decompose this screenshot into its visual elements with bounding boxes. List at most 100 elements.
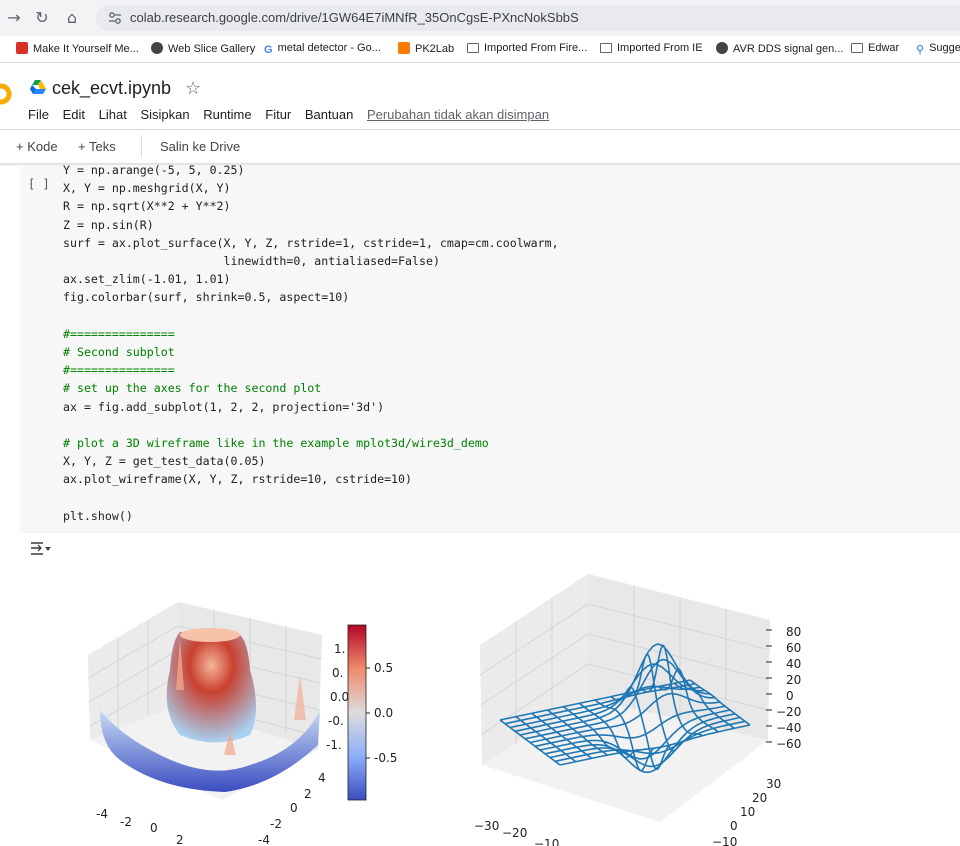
right-y-tick: 10: [740, 805, 755, 819]
right-y-tick: 30: [766, 777, 781, 791]
bookmark-3[interactable]: PK2Lab: [398, 42, 454, 55]
left-x-tick: 2: [176, 833, 184, 846]
right-z-tick: 80: [786, 625, 801, 639]
run-cell-button[interactable]: [ ]: [28, 177, 50, 191]
url-text[interactable]: colab.research.google.com/drive/1GW64E7i…: [130, 10, 579, 25]
code-line: X, Y, Z = get_test_data(0.05): [63, 454, 266, 469]
left-y-tick: -2: [270, 817, 282, 831]
output-figure: 1. 0. 0.0 -0. -1. -4 -2 0 2 4 2 0 -2 -4 …: [87, 574, 801, 846]
left-z-tick: 1.: [334, 642, 345, 656]
code-line: ax.plot_wireframe(X, Y, Z, rstride=10, c…: [63, 472, 413, 487]
left-y-tick: 4: [318, 771, 326, 785]
toolbar-divider: [141, 135, 142, 157]
left-z-tick: -0.: [328, 714, 344, 728]
code-comment: #===============: [63, 363, 175, 378]
left-z-tick: -1.: [326, 738, 342, 752]
right-3d-axes: 80 60 40 20 0 −20 −40 −60 −30 −20 −10 30…: [474, 574, 801, 846]
google-drive-icon: [30, 80, 46, 94]
colorbar-tick: -0.5: [374, 751, 397, 765]
right-z-tick: 60: [786, 641, 801, 655]
output-options-icon[interactable]: [30, 540, 52, 558]
folder-icon: [600, 43, 612, 53]
notebook-toolbar: [0, 130, 960, 164]
code-line: surf = ax.plot_surface(X, Y, Z, rstride=…: [63, 235, 559, 250]
colorbar-tick: 0.5: [374, 661, 393, 675]
code-line: R = np.sqrt(X**2 + Y**2): [63, 199, 231, 214]
right-z-tick: −40: [776, 721, 801, 735]
right-y-tick: −10: [712, 835, 737, 846]
right-z-tick: −60: [776, 737, 801, 751]
right-z-tick: 40: [786, 657, 801, 671]
right-y-tick: 0: [730, 819, 738, 833]
code-editor[interactable]: Y = np.arange(-5, 5, 0.25) X, Y = np.mes…: [63, 161, 559, 525]
bookmark-2[interactable]: Gmetal detector - Go...: [264, 42, 381, 56]
bookmark-6[interactable]: AVR DDS signal gen...: [716, 42, 843, 55]
code-line: linewidth=0, antialiased=False): [63, 254, 440, 269]
folder-icon: [851, 43, 863, 53]
bookmark-1[interactable]: Web Slice Gallery: [151, 42, 255, 55]
reload-icon[interactable]: ↻: [32, 8, 52, 28]
bookmark-7[interactable]: Edwar: [851, 42, 899, 54]
colab-logo-icon[interactable]: [0, 82, 14, 106]
right-x-tick: −10: [534, 837, 559, 846]
right-x-tick: −30: [474, 819, 499, 833]
add-code-button[interactable]: + Kode: [16, 139, 58, 154]
left-x-tick: 0: [150, 821, 158, 835]
code-line: ax = fig.add_subplot(1, 2, 2, projection…: [63, 399, 385, 414]
right-y-tick: 20: [752, 791, 767, 805]
code-line: Y = np.arange(-5, 5, 0.25): [63, 163, 245, 177]
globe-icon: [716, 42, 728, 54]
right-z-tick: −20: [776, 705, 801, 719]
site-info-icon[interactable]: [108, 11, 122, 25]
right-z-tick: 20: [786, 673, 801, 687]
forward-icon[interactable]: →: [4, 8, 24, 28]
code-line: plt.show(): [63, 508, 133, 523]
colorbar: 0.5 0.0 -0.5: [347, 624, 397, 801]
code-line: ax.set_zlim(-1.01, 1.01): [63, 272, 231, 287]
globe-icon: [151, 42, 163, 54]
colorbar-gradient: [347, 624, 367, 801]
copy-to-drive-button[interactable]: Salin ke Drive: [160, 139, 240, 154]
menu-view[interactable]: Lihat: [99, 107, 127, 122]
menu-edit[interactable]: Edit: [63, 107, 85, 122]
add-text-button[interactable]: + Teks: [78, 139, 116, 154]
notebook-title[interactable]: cek_ecvt.ipynb: [52, 78, 171, 99]
folder-icon: [467, 43, 479, 53]
right-x-tick: −20: [502, 826, 527, 840]
code-line: fig.colorbar(surf, shrink=0.5, aspect=10…: [63, 290, 350, 305]
orange-b-icon: [398, 42, 410, 54]
left-y-tick: 0: [290, 801, 298, 815]
menu-file[interactable]: File: [28, 107, 49, 122]
star-icon[interactable]: ☆: [185, 78, 201, 99]
code-comment: # plot a 3D wireframe like in the exampl…: [63, 436, 489, 451]
bookmarks-bar: Make It Yourself Me... Web Slice Gallery…: [0, 36, 960, 63]
unsaved-changes-link[interactable]: Perubahan tidak akan disimpan: [367, 107, 549, 122]
menu-tools[interactable]: Fitur: [265, 107, 291, 122]
code-line: X, Y = np.meshgrid(X, Y): [63, 181, 231, 196]
home-icon[interactable]: ⌂: [62, 8, 82, 28]
menu-insert[interactable]: Sisipkan: [140, 107, 189, 122]
left-y-tick: -4: [258, 833, 270, 846]
left-y-tick: 2: [304, 787, 312, 801]
left-z-tick: 0.0: [330, 690, 349, 704]
left-z-tick: 0.: [332, 666, 343, 680]
surface-dome-top: [180, 628, 240, 642]
left-x-tick: -2: [120, 815, 132, 829]
bookmark-5[interactable]: Imported From IE: [600, 42, 703, 54]
code-comment: # Second subplot: [63, 345, 175, 360]
code-comment: # set up the axes for the second plot: [63, 381, 322, 396]
code-line: Z = np.sin(R): [63, 217, 154, 232]
colorbar-tick: 0.0: [374, 706, 393, 720]
left-3d-axes: 1. 0. 0.0 -0. -1. -4 -2 0 2 4 2 0 -2 -4: [87, 602, 349, 846]
bookmark-4[interactable]: Imported From Fire...: [467, 42, 587, 54]
menu-runtime[interactable]: Runtime: [203, 107, 251, 122]
menu-bar: File Edit Lihat Sisipkan Runtime Fitur B…: [28, 107, 559, 122]
search-icon: ⚲: [916, 44, 925, 56]
bookmark-0[interactable]: Make It Yourself Me...: [16, 42, 139, 55]
code-comment: #===============: [63, 326, 175, 341]
menu-help[interactable]: Bantuan: [305, 107, 353, 122]
google-g-icon: G: [264, 44, 273, 56]
left-x-tick: -4: [96, 807, 108, 821]
right-z-tick: 0: [786, 689, 794, 703]
bookmark-8[interactable]: ⚲ Sugge: [916, 42, 960, 56]
